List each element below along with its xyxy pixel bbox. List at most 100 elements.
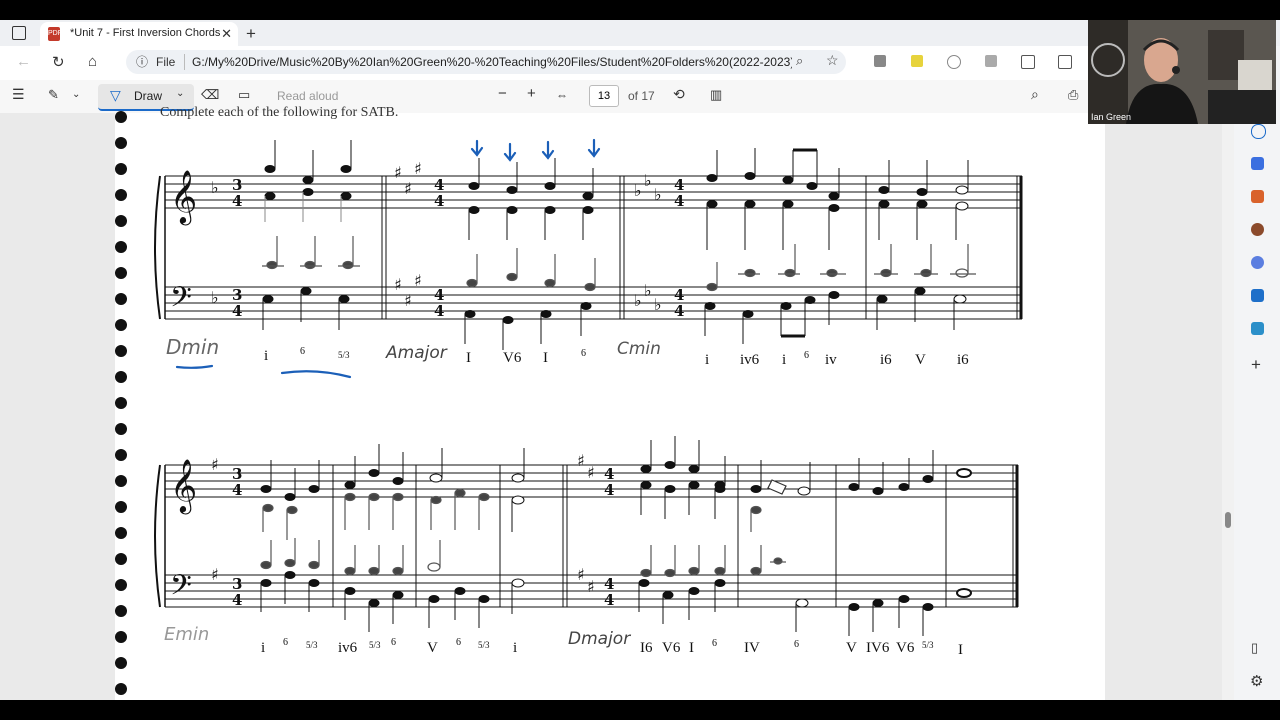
svg-text:♯: ♯ bbox=[211, 565, 219, 584]
sidebar-add-icon[interactable]: + bbox=[1251, 355, 1261, 375]
svg-text:4: 4 bbox=[434, 192, 444, 210]
svg-text:♯: ♯ bbox=[414, 159, 422, 178]
sidebar-copilot-icon[interactable] bbox=[1251, 256, 1264, 269]
svg-text:♭: ♭ bbox=[654, 295, 662, 314]
svg-text:♯: ♯ bbox=[404, 291, 412, 310]
svg-text:IV6: IV6 bbox=[866, 640, 890, 656]
svg-text:♯: ♯ bbox=[577, 565, 585, 584]
row2-notes bbox=[260, 436, 972, 636]
vertical-scrollbar[interactable] bbox=[1222, 113, 1234, 700]
svg-text:I: I bbox=[543, 350, 548, 366]
settings-gear-icon[interactable]: ⚙ bbox=[1250, 672, 1263, 690]
svg-text:♭: ♭ bbox=[634, 291, 642, 310]
webcam-name-label: Ian Green bbox=[1091, 112, 1132, 122]
sidebar-tag-icon[interactable] bbox=[1251, 157, 1264, 170]
key-cmin: Cmin bbox=[617, 339, 661, 359]
svg-text:6: 6 bbox=[456, 637, 461, 648]
key-dmajor: Dmajor bbox=[568, 629, 631, 649]
svg-text:V: V bbox=[846, 640, 857, 656]
key-dmin: Dmin bbox=[166, 335, 219, 359]
row1-brace bbox=[154, 175, 161, 320]
svg-text:6: 6 bbox=[283, 637, 288, 648]
svg-text:iv6: iv6 bbox=[740, 352, 760, 368]
svg-text:4: 4 bbox=[232, 192, 242, 210]
svg-text:4: 4 bbox=[232, 302, 242, 320]
svg-text:I6: I6 bbox=[640, 640, 653, 656]
svg-text:6: 6 bbox=[300, 346, 305, 357]
svg-text:IV: IV bbox=[744, 640, 760, 656]
svg-text:4: 4 bbox=[604, 481, 614, 499]
svg-text:4: 4 bbox=[674, 192, 684, 210]
screen-bottom-border bbox=[0, 700, 1280, 720]
sidebar-tools-icon[interactable] bbox=[1251, 190, 1264, 203]
svg-text:♯: ♯ bbox=[211, 455, 219, 474]
svg-text:6: 6 bbox=[794, 639, 799, 650]
svg-text:i: i bbox=[782, 352, 786, 368]
webcam-overlay: Ian Green bbox=[1088, 20, 1276, 124]
svg-text:V: V bbox=[427, 640, 438, 656]
svg-text:♭: ♭ bbox=[644, 171, 652, 190]
row1-clefs: 𝄞 𝄢 3 4 3 4 ♭ ♭ ♯ ♯ ♯ ♯ ♯ ♯ 4 4 4 4 ♭ ♭ … bbox=[170, 159, 684, 321]
svg-text:♭: ♭ bbox=[211, 178, 219, 197]
row2-pencil-notes bbox=[260, 479, 787, 578]
svg-text:5/3: 5/3 bbox=[369, 640, 381, 650]
svg-text:4: 4 bbox=[604, 591, 614, 609]
top-partial-text: Complete each of the following for SATB. bbox=[160, 105, 398, 120]
row1-pencil-notes bbox=[262, 236, 976, 292]
sidebar-outlook-icon[interactable] bbox=[1251, 289, 1264, 302]
row2-treble-clef: 𝄞 bbox=[170, 458, 197, 514]
svg-text:I: I bbox=[689, 640, 694, 656]
svg-text:5/3: 5/3 bbox=[478, 640, 490, 650]
spiral-binding bbox=[115, 111, 127, 695]
sidebar-panel-icon[interactable]: ▯ bbox=[1251, 640, 1258, 656]
row1-bass-staff bbox=[165, 286, 1022, 320]
svg-text:6: 6 bbox=[712, 638, 717, 649]
svg-text:♭: ♭ bbox=[634, 181, 642, 200]
svg-text:5/3: 5/3 bbox=[306, 640, 318, 650]
key-amajor: Amajor bbox=[385, 343, 448, 363]
svg-text:i: i bbox=[261, 640, 265, 656]
row2-brace bbox=[154, 464, 161, 608]
svg-text:i6: i6 bbox=[880, 352, 892, 368]
svg-text:V: V bbox=[915, 352, 926, 368]
sidebar-search-icon[interactable] bbox=[1251, 124, 1266, 139]
svg-text:♯: ♯ bbox=[587, 463, 595, 482]
scrollbar-thumb[interactable] bbox=[1225, 512, 1231, 528]
svg-text:5/3: 5/3 bbox=[338, 350, 350, 360]
svg-text:V6: V6 bbox=[503, 350, 522, 366]
row1-treble-clef: 𝄞 bbox=[170, 169, 197, 225]
svg-text:i: i bbox=[705, 352, 709, 368]
svg-text:♯: ♯ bbox=[404, 179, 412, 198]
row2-bass-clef: 𝄢 bbox=[170, 569, 192, 609]
webcam-person-image bbox=[1088, 20, 1276, 124]
svg-text:I: I bbox=[958, 642, 963, 658]
svg-text:i6: i6 bbox=[957, 352, 969, 368]
sidebar-people-icon[interactable] bbox=[1251, 223, 1264, 236]
svg-text:♯: ♯ bbox=[587, 577, 595, 596]
svg-text:4: 4 bbox=[674, 302, 684, 320]
svg-text:♯: ♯ bbox=[577, 451, 585, 470]
svg-text:iv: iv bbox=[825, 352, 837, 368]
svg-text:♭: ♭ bbox=[654, 185, 662, 204]
svg-text:6: 6 bbox=[804, 350, 809, 361]
row2-handwritten-keys: Emin Dmajor bbox=[164, 624, 631, 649]
svg-text:iv6: iv6 bbox=[338, 640, 358, 656]
svg-text:4: 4 bbox=[232, 591, 242, 609]
svg-text:♯: ♯ bbox=[414, 271, 422, 290]
svg-text:i: i bbox=[264, 348, 268, 364]
svg-text:6: 6 bbox=[581, 348, 586, 359]
svg-text:5/3: 5/3 bbox=[922, 640, 934, 650]
svg-text:V6: V6 bbox=[662, 640, 681, 656]
row1-handwritten-keys: Dmin Amajor Cmin bbox=[166, 335, 661, 363]
svg-text:6: 6 bbox=[391, 637, 396, 648]
sidebar-send-icon[interactable] bbox=[1251, 322, 1264, 335]
svg-text:i: i bbox=[513, 640, 517, 656]
row2-clefs: 𝄞 𝄢 ♯ ♯ 3 4 3 4 ♯ ♯ ♯ ♯ 4 4 4 4 bbox=[170, 451, 614, 609]
svg-text:♯: ♯ bbox=[394, 163, 402, 182]
svg-text:V6: V6 bbox=[896, 640, 915, 656]
svg-text:♭: ♭ bbox=[644, 281, 652, 300]
svg-text:I: I bbox=[466, 350, 471, 366]
key-emin: Emin bbox=[164, 624, 209, 645]
svg-text:♯: ♯ bbox=[394, 275, 402, 294]
svg-text:♭: ♭ bbox=[211, 288, 219, 307]
